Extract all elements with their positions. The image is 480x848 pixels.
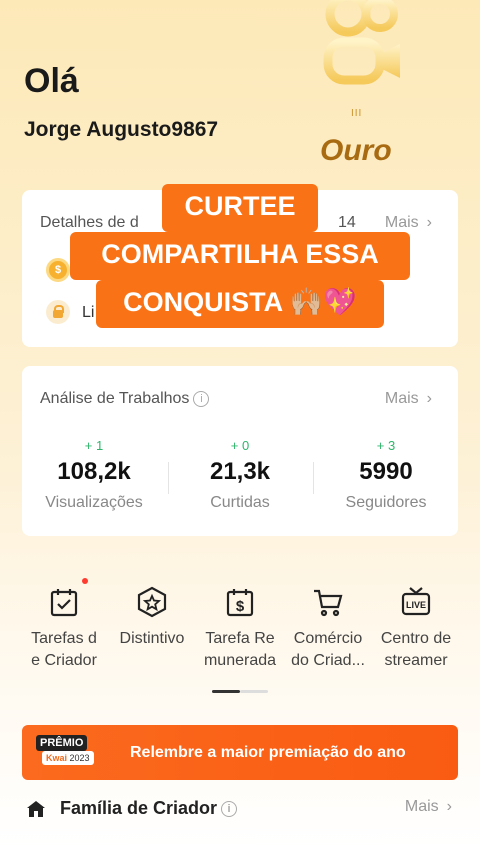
tool-label: Distintivo xyxy=(119,630,185,647)
earnings-card-title: Detalhes de d xyxy=(40,214,139,231)
creator-family-row[interactable]: Família de Criador i Mais › xyxy=(24,798,460,822)
award-banner[interactable]: PRÊMIO Kwai 2023 Relembre a maior premia… xyxy=(22,725,458,780)
caption-line-2: COMPARTILHA ESSA xyxy=(70,232,410,280)
lock-icon xyxy=(46,300,70,324)
level-badge[interactable]: III Ouro xyxy=(312,0,412,170)
tool-creator-commerce[interactable]: Comércio do Criad... xyxy=(284,586,372,672)
star-badge-icon xyxy=(136,586,168,618)
award-logo-brand: Kwai xyxy=(46,753,68,763)
award-logo-top: PRÊMIO xyxy=(36,735,88,751)
family-more-label: Mais xyxy=(404,798,439,815)
stat-views[interactable]: + 1 108,2k Visualizações xyxy=(24,438,164,512)
tool-paid-task[interactable]: $ Tarefa Re munerada xyxy=(196,586,284,672)
calendar-check-icon xyxy=(48,578,88,618)
tool-label: Centro de xyxy=(380,630,452,647)
level-roman: III xyxy=(351,108,363,119)
family-title-text: Família de Criador xyxy=(60,798,218,818)
analytics-title-text: Análise de Trabalhos xyxy=(40,390,190,407)
level-glyph-icon xyxy=(323,0,400,85)
stat-label: Visualizações xyxy=(45,494,143,511)
earnings-row-text: Li xyxy=(82,304,95,321)
analytics-more-label: Mais xyxy=(384,390,419,407)
chevron-right-icon: › xyxy=(426,214,432,231)
page-indicator-active xyxy=(212,690,240,693)
stat-delta: + 0 xyxy=(230,438,250,453)
earnings-card-title-suffix: 14 xyxy=(338,214,356,231)
tool-label: streamer xyxy=(384,652,448,669)
dollar-calendar-icon: $ xyxy=(224,586,256,618)
award-logo-bottom: Kwai 2023 xyxy=(42,751,94,765)
stat-value: 5990 xyxy=(359,458,413,485)
divider xyxy=(313,462,314,494)
username: Jorge Augusto9867 xyxy=(24,118,219,141)
stat-followers[interactable]: + 3 5990 Seguidores xyxy=(316,438,456,512)
analytics-more-link[interactable]: Mais › xyxy=(385,390,432,408)
page-indicator-inactive xyxy=(240,690,268,693)
family-home-icon xyxy=(27,801,45,817)
chevron-right-icon: › xyxy=(446,798,452,815)
svg-text:$: $ xyxy=(236,598,245,615)
tool-label: Tarefa Re xyxy=(205,630,275,647)
tool-label: Tarefas d xyxy=(31,630,97,647)
greeting: Olá xyxy=(24,62,79,100)
stat-delta: + 3 xyxy=(376,438,396,453)
award-logo: PRÊMIO Kwai 2023 xyxy=(36,735,110,771)
award-logo-year: 2023 xyxy=(69,753,90,763)
award-banner-text: Relembre a maior premiação do ano xyxy=(130,744,406,761)
info-icon[interactable]: i xyxy=(221,801,238,818)
tool-label: do Criad... xyxy=(291,652,365,669)
family-title: Família de Criador i xyxy=(60,798,238,819)
tool-creator-tasks[interactable]: Tarefas d e Criador xyxy=(20,578,108,672)
caption-line-1: CURTEE xyxy=(162,184,318,232)
stat-value: 21,3k xyxy=(209,458,271,485)
shopping-cart-icon xyxy=(312,586,344,618)
tool-streamer-center[interactable]: LIVE Centro de streamer xyxy=(372,586,460,672)
tool-label: e Criador xyxy=(31,652,97,669)
stat-likes[interactable]: + 0 21,3k Curtidas xyxy=(170,438,310,512)
notification-dot xyxy=(82,578,88,584)
level-tier: Ouro xyxy=(320,134,392,167)
svg-text:LIVE: LIVE xyxy=(406,600,426,610)
stat-label: Curtidas xyxy=(210,494,270,511)
tool-label: Comércio xyxy=(293,630,363,647)
page-indicator xyxy=(212,690,268,693)
caption-line-3: CONQUISTA 🙌🏼💖 xyxy=(96,280,384,328)
live-tv-icon: LIVE xyxy=(400,586,432,618)
tool-label: munerada xyxy=(203,652,277,669)
chevron-right-icon: › xyxy=(426,390,432,407)
earnings-more-label: Mais xyxy=(384,214,419,231)
coin-icon: $ xyxy=(46,258,70,282)
earnings-more-link[interactable]: Mais › xyxy=(385,214,432,232)
divider xyxy=(168,462,169,494)
info-icon[interactable]: i xyxy=(193,390,210,407)
tool-badge[interactable]: Distintivo xyxy=(108,586,196,650)
stat-delta: + 1 xyxy=(84,438,104,453)
stat-label: Seguidores xyxy=(345,494,427,511)
stat-value: 108,2k xyxy=(57,458,131,485)
analytics-title: Análise de Trabalhos i xyxy=(40,390,210,408)
family-more-link[interactable]: Mais › xyxy=(405,798,452,816)
